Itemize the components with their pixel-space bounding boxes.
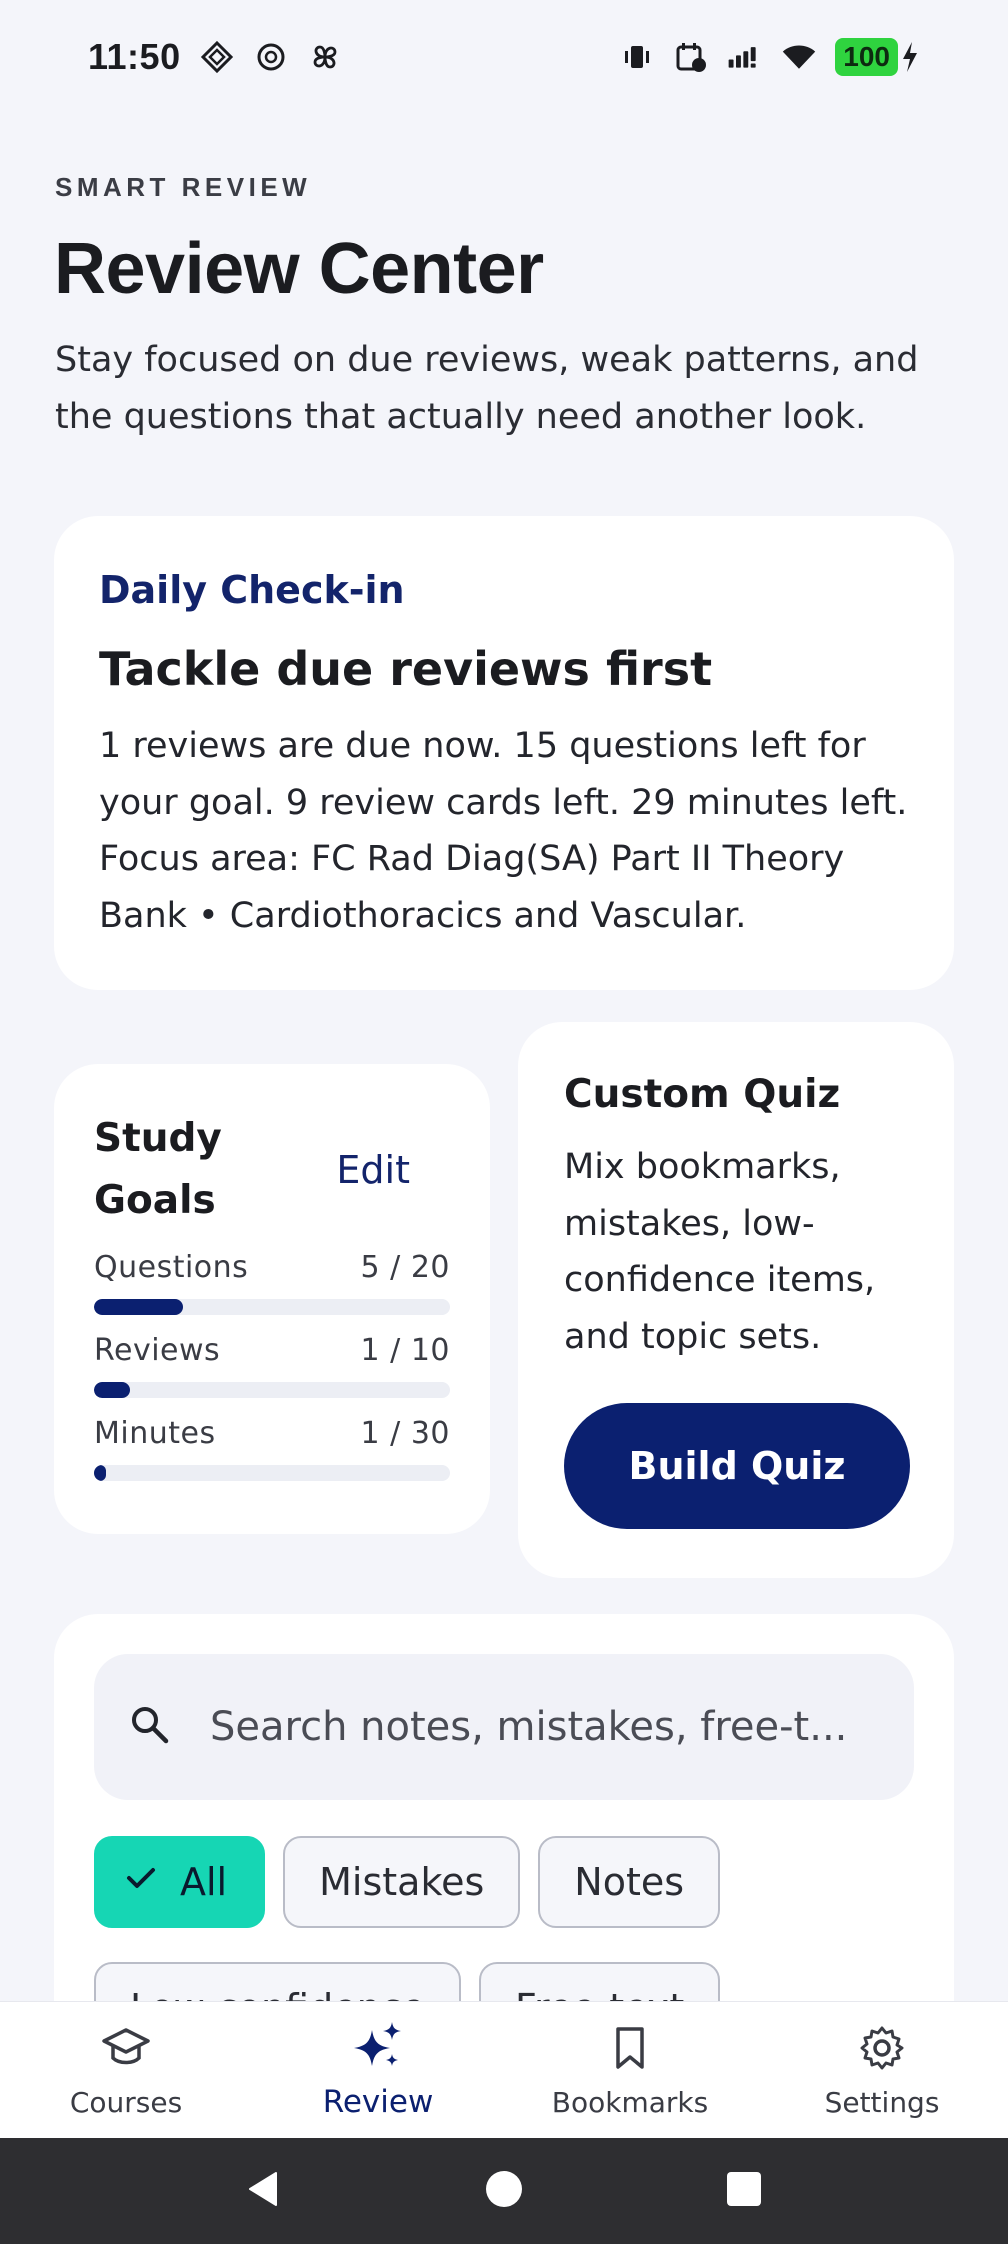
nav-item-settings[interactable]: Settings xyxy=(756,2022,1008,2119)
nav-item-bookmarks[interactable]: Bookmarks xyxy=(504,2022,756,2119)
filter-chip-mistakes[interactable]: Mistakes xyxy=(283,1836,521,1928)
bottom-navigation: Courses Review Bookmarks Settings xyxy=(0,2002,1008,2138)
battery-indicator: 100 xyxy=(835,38,898,76)
goal-progress-fill xyxy=(94,1382,130,1398)
diamond-app-icon xyxy=(199,39,235,75)
checkin-kicker: Daily Check-in xyxy=(99,568,405,612)
charging-icon xyxy=(900,39,920,75)
bookmark-icon xyxy=(604,2022,656,2074)
wifi-icon xyxy=(781,39,817,75)
study-goals-title: Study Goals xyxy=(94,1116,222,1223)
goal-value: 5 / 20 xyxy=(360,1250,450,1285)
filter-chip-all[interactable]: All xyxy=(94,1836,266,1928)
goal-label: Questions xyxy=(94,1250,249,1285)
home-icon[interactable] xyxy=(484,2169,524,2214)
openai-icon xyxy=(253,39,289,75)
status-bar: 11:50 100 xyxy=(0,0,1008,114)
goal-row-minutes: Minutes 1 / 30 xyxy=(94,1416,450,1481)
daily-checkin-card: Daily Check-in Tackle due reviews first … xyxy=(54,516,954,990)
pinwheel-icon xyxy=(307,39,343,75)
page-title: Review Center xyxy=(54,229,544,309)
nav-label: Review xyxy=(322,2084,434,2120)
goal-value: 1 / 10 xyxy=(360,1333,450,1368)
goal-progress-track xyxy=(94,1382,450,1398)
search-input[interactable] xyxy=(210,1704,880,1750)
eyebrow-label: SMART REVIEW xyxy=(55,172,312,202)
check-icon xyxy=(124,1860,158,1904)
graduation-cap-icon xyxy=(100,2022,152,2074)
status-left: 11:50 xyxy=(88,36,343,78)
back-icon[interactable] xyxy=(244,2169,284,2214)
page-subtitle: Stay focused on due reviews, weak patter… xyxy=(55,340,919,437)
vibrate-icon xyxy=(619,39,655,75)
search-icon xyxy=(128,1703,172,1752)
clock: 11:50 xyxy=(88,36,181,77)
checkin-body: 1 reviews are due now. 15 questions left… xyxy=(99,726,908,936)
goal-label: Minutes xyxy=(94,1416,216,1451)
build-quiz-button[interactable]: Build Quiz xyxy=(564,1403,910,1529)
goal-progress-track xyxy=(94,1299,450,1315)
goal-progress-track xyxy=(94,1465,450,1481)
goal-label: Reviews xyxy=(94,1333,221,1368)
goal-row-questions: Questions 5 / 20 xyxy=(94,1250,450,1315)
system-navigation-bar xyxy=(0,2138,1008,2244)
nav-label: Bookmarks xyxy=(551,2085,709,2119)
nav-item-courses[interactable]: Courses xyxy=(0,2022,252,2119)
filter-chip-notes[interactable]: Notes xyxy=(538,1836,721,1928)
gear-icon xyxy=(856,2022,908,2074)
custom-quiz-title: Custom Quiz xyxy=(564,1072,841,1117)
goal-row-reviews: Reviews 1 / 10 xyxy=(94,1333,450,1398)
sparkles-icon xyxy=(352,2020,404,2072)
study-goals-header: Study Goals Edit xyxy=(94,1108,450,1232)
custom-quiz-description: Mix bookmarks, mistakes, low-confidence … xyxy=(564,1147,876,1357)
edit-goals-button[interactable]: Edit xyxy=(336,1148,450,1192)
search-box[interactable] xyxy=(94,1654,914,1800)
signal-icon xyxy=(727,39,763,75)
filter-chip-label: All xyxy=(180,1860,228,1904)
goal-value: 1 / 30 xyxy=(360,1416,450,1451)
calendar-alarm-icon xyxy=(673,39,709,75)
study-goals-card: Study Goals Edit Questions 5 / 20 Review… xyxy=(54,1064,490,1534)
checkin-title: Tackle due reviews first xyxy=(99,642,713,696)
nav-item-review[interactable]: Review xyxy=(252,2020,504,2120)
goal-progress-fill xyxy=(94,1465,106,1481)
nav-label: Settings xyxy=(824,2085,940,2119)
nav-label: Courses xyxy=(69,2085,183,2119)
custom-quiz-card: Custom Quiz Mix bookmarks, mistakes, low… xyxy=(518,1022,954,1578)
goal-progress-fill xyxy=(94,1299,183,1315)
status-right: 100 xyxy=(619,38,920,76)
recents-icon[interactable] xyxy=(724,2169,764,2214)
